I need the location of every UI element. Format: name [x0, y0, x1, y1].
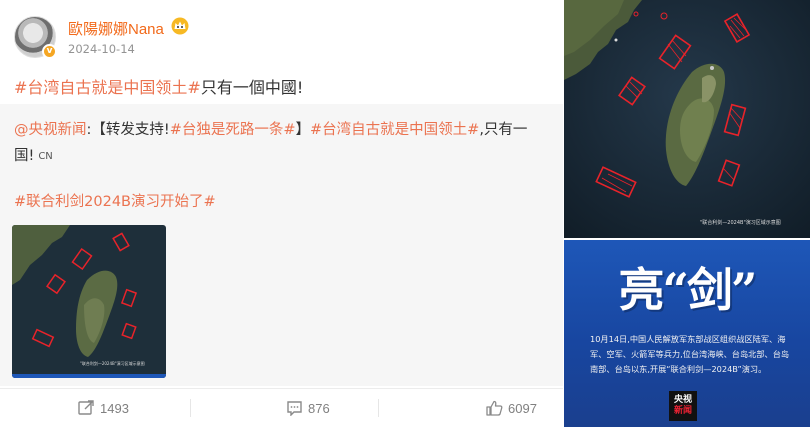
- divider: [190, 399, 191, 417]
- hashtag-link[interactable]: #台湾自古就是中国领土#: [14, 78, 201, 97]
- repost-line-1: @央视新闻:【转发支持!#台独是死路一条#】#台湾自古就是中国领土#,只有一: [14, 118, 527, 139]
- comment-icon: [287, 401, 302, 416]
- like-icon: [486, 400, 503, 416]
- comment-button[interactable]: 876: [286, 393, 330, 423]
- hashtag-link[interactable]: #台独是死路一条#: [170, 122, 296, 138]
- share-count: 1493: [100, 400, 129, 416]
- cctv-news-logo: 央视 新闻: [669, 391, 697, 421]
- map-caption: "联合利剑—2024B"演习区域示意图: [700, 219, 781, 226]
- verified-badge-icon: v: [42, 44, 57, 59]
- logo-top-text: 央视: [673, 395, 692, 405]
- hashtag-link[interactable]: #联合利剑2024B演习开始了#: [14, 194, 216, 210]
- username[interactable]: 歐陽娜娜Nana: [68, 18, 164, 39]
- repost-line-2: 国! CN: [14, 144, 53, 165]
- share-button[interactable]: 1493: [78, 393, 129, 423]
- like-count: 6097: [508, 400, 537, 416]
- like-button[interactable]: 6097: [486, 393, 537, 423]
- post-date[interactable]: 2024-10-14: [68, 42, 135, 56]
- repost-line-3: #联合利剑2024B演习开始了#: [14, 190, 216, 211]
- news-card-body: 10月14日,中国人民解放军东部战区组织战区陆军、海军、空军、火箭军等兵力,位台…: [590, 334, 790, 374]
- map-thumbnail-image[interactable]: "联合利剑—2024B"演习区域示意图: [12, 225, 166, 378]
- crown-badge-icon: [171, 17, 189, 35]
- map-image: "联合利剑—2024B"演习区域示意图: [564, 0, 810, 238]
- repost-text: 【转发支持!: [91, 122, 170, 138]
- hashtag-link[interactable]: #台湾自古就是中国领土#: [310, 122, 479, 138]
- repost-block[interactable]: @央视新闻:【转发支持!#台独是死路一条#】#台湾自古就是中国领土#,只有一 国…: [0, 104, 563, 386]
- divider: [378, 399, 379, 417]
- news-card-title: 亮“剑”: [618, 263, 758, 317]
- post-text: #台湾自古就是中国领土#只有一個中國!: [14, 74, 303, 98]
- repost-text: 】: [295, 122, 311, 138]
- repost-text: ,只有一: [479, 122, 528, 138]
- comment-count: 876: [308, 400, 330, 416]
- post-text-body: 只有一個中國!: [200, 78, 304, 97]
- share-icon: [78, 400, 94, 415]
- map-caption: "联合利剑—2024B"演习区域示意图: [80, 360, 145, 366]
- repost-author-link[interactable]: @央视新闻: [14, 122, 87, 138]
- logo-bottom-text: 新闻: [673, 406, 692, 416]
- repost-text: 国!: [14, 148, 35, 164]
- action-bar: 1493 876 6097: [0, 388, 563, 427]
- news-card: 亮“剑” 10月14日,中国人民解放军东部战区组织战区陆军、海军、空军、火箭军等…: [564, 240, 810, 427]
- weibo-post: v 歐陽娜娜Nana 2024-10-14 #台湾自古就是中国领土#只有一個中國…: [0, 0, 563, 427]
- cn-mark: CN: [38, 151, 53, 162]
